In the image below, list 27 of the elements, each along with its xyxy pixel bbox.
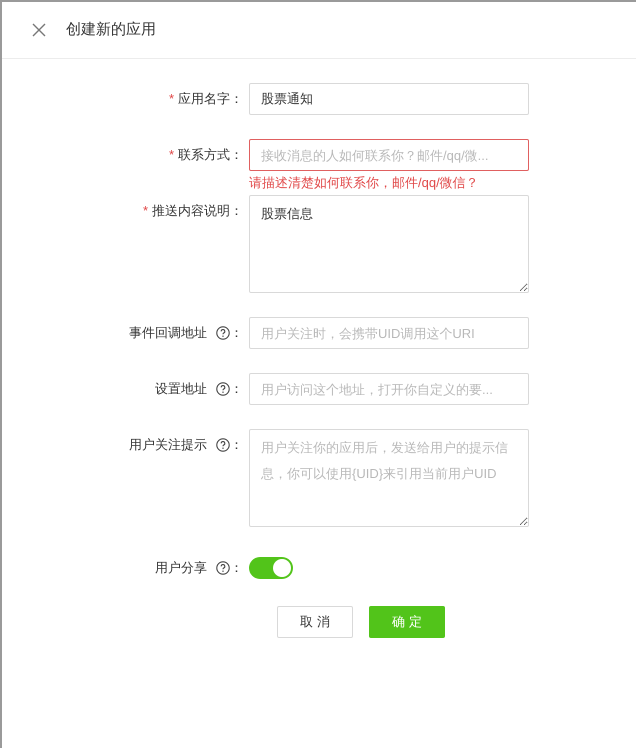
help-icon[interactable] (216, 326, 230, 340)
label-colon: ： (230, 380, 243, 398)
field-label: 联系方式： (178, 146, 243, 164)
field-label: 推送内容说明： (152, 202, 243, 220)
label-colon: ： (230, 324, 243, 342)
field-label: 事件回调地址 (129, 324, 207, 342)
error-message: 请描述清楚如何联系你，邮件/qq/微信？ (249, 174, 480, 192)
cancel-button[interactable]: 取 消 (277, 606, 353, 638)
text-field[interactable]: 接收消息的人如何联系你？邮件/qq/微... (249, 139, 529, 171)
field-label: 设置地址 (155, 380, 207, 398)
help-icon[interactable] (216, 561, 230, 575)
text-field[interactable]: 股票通知 (249, 83, 529, 115)
required-mark: * (142, 202, 148, 220)
dialog-title: 创建新的应用 (66, 20, 156, 40)
text-area[interactable]: 股票信息 (249, 195, 529, 293)
toggle-switch[interactable] (249, 557, 293, 579)
help-icon[interactable] (216, 438, 230, 452)
label-colon: ： (230, 436, 243, 454)
field-label: 用户关注提示 (129, 436, 207, 454)
help-icon[interactable] (216, 382, 230, 396)
label-colon: ： (230, 559, 243, 578)
text-area[interactable]: 用户关注你的应用后，发送给用户的提示信息，你可以使用{UID}来引用当前用户UID (249, 429, 529, 527)
field-label: 用户分享 (155, 559, 207, 578)
required-mark: * (168, 90, 174, 108)
required-mark: * (168, 146, 174, 164)
close-icon[interactable] (32, 23, 46, 37)
field-label: 应用名字： (178, 90, 243, 108)
